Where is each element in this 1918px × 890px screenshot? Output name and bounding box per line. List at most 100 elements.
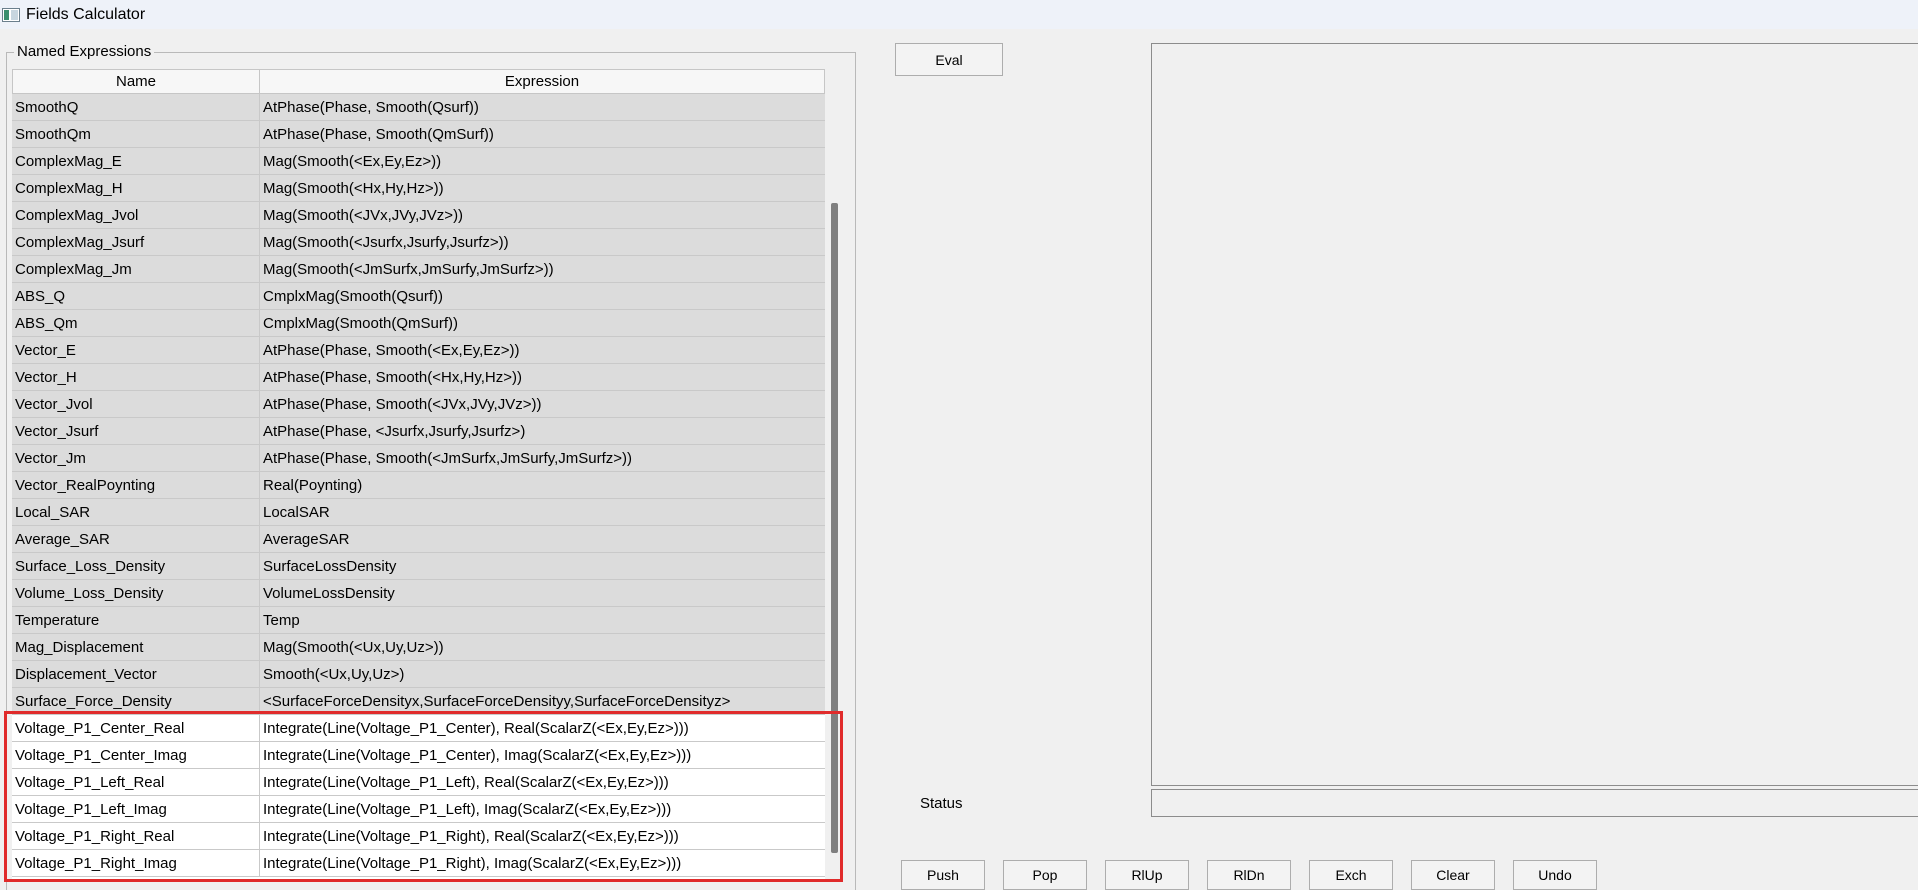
row-name-cell[interactable]: SmoothQ	[12, 94, 260, 120]
row-expression-cell[interactable]: AtPhase(Phase, Smooth(<Ex,Ey,Ez>))	[260, 337, 825, 363]
row-expression-cell[interactable]: AtPhase(Phase, Smooth(<JmSurfx,JmSurfy,J…	[260, 445, 825, 471]
row-expression-cell[interactable]: LocalSAR	[260, 499, 825, 525]
row-expression-cell[interactable]: CmplxMag(Smooth(QmSurf))	[260, 310, 825, 336]
table-row[interactable]: ComplexMag_Jm Mag(Smooth(<JmSurfx,JmSurfy…	[12, 256, 825, 283]
table-row[interactable]: ABS_Qm CmplxMag(Smooth(QmSurf))	[12, 310, 825, 337]
row-name-cell[interactable]: SmoothQm	[12, 121, 260, 147]
row-expression-cell[interactable]: Temp	[260, 607, 825, 633]
row-expression-cell[interactable]: Mag(Smooth(<Ex,Ey,Ez>))	[260, 148, 825, 174]
scrollbar-thumb[interactable]	[831, 203, 838, 853]
table-row[interactable]: SmoothQm AtPhase(Phase, Smooth(QmSurf))	[12, 121, 825, 148]
row-expression-cell[interactable]: VolumeLossDensity	[260, 580, 825, 606]
row-name-cell[interactable]: Local_SAR	[12, 499, 260, 525]
rldn-button[interactable]: RlDn	[1207, 860, 1291, 890]
row-name-cell[interactable]: ComplexMag_Jvol	[12, 202, 260, 228]
table-row[interactable]: Voltage_P1_Left_Real Integrate(Line(Volta…	[12, 769, 825, 796]
clear-button[interactable]: Clear	[1411, 860, 1495, 890]
table-row[interactable]: Displacement_Vector Smooth(<Ux,Uy,Uz>)	[12, 661, 825, 688]
row-expression-cell[interactable]: AtPhase(Phase, Smooth(<Hx,Hy,Hz>))	[260, 364, 825, 390]
table-row[interactable]: Vector_Jm AtPhase(Phase, Smooth(<JmSurfx,…	[12, 445, 825, 472]
table-row[interactable]: Volume_Loss_Density VolumeLossDensity	[12, 580, 825, 607]
row-name-cell[interactable]: ComplexMag_E	[12, 148, 260, 174]
row-expression-cell[interactable]: Integrate(Line(Voltage_P1_Right), Imag(S…	[260, 850, 825, 876]
undo-button[interactable]: Undo	[1513, 860, 1597, 890]
rlup-button[interactable]: RlUp	[1105, 860, 1189, 890]
column-header-expression[interactable]: Expression	[260, 69, 825, 93]
row-expression-cell[interactable]: Mag(Smooth(<Jsurfx,Jsurfy,Jsurfz>))	[260, 229, 825, 255]
row-expression-cell[interactable]: Integrate(Line(Voltage_P1_Right), Real(S…	[260, 823, 825, 849]
row-name-cell[interactable]: ComplexMag_Jsurf	[12, 229, 260, 255]
table-row[interactable]: Vector_Jsurf AtPhase(Phase, <Jsurfx,Jsurf…	[12, 418, 825, 445]
row-name-cell[interactable]: Voltage_P1_Right_Imag	[12, 850, 260, 876]
row-expression-cell[interactable]: <SurfaceForceDensityx,SurfaceForceDensit…	[260, 688, 825, 714]
table-row[interactable]: Voltage_P1_Right_Real Integrate(Line(Volt…	[12, 823, 825, 850]
row-expression-cell[interactable]: Mag(Smooth(<JmSurfx,JmSurfy,JmSurfz>))	[260, 256, 825, 282]
row-name-cell[interactable]: ComplexMag_Jm	[12, 256, 260, 282]
table-row[interactable]: Vector_E AtPhase(Phase, Smooth(<Ex,Ey,Ez>…	[12, 337, 825, 364]
row-expression-cell[interactable]: SurfaceLossDensity	[260, 553, 825, 579]
row-expression-cell[interactable]: Mag(Smooth(<JVx,JVy,JVz>))	[260, 202, 825, 228]
row-expression-cell[interactable]: Integrate(Line(Voltage_P1_Left), Imag(Sc…	[260, 796, 825, 822]
row-name-cell[interactable]: ComplexMag_H	[12, 175, 260, 201]
table-row[interactable]: Vector_H AtPhase(Phase, Smooth(<Hx,Hy,Hz>…	[12, 364, 825, 391]
table-row[interactable]: Mag_Displacement Mag(Smooth(<Ux,Uy,Uz>))	[12, 634, 825, 661]
row-name-cell[interactable]: Vector_H	[12, 364, 260, 390]
row-expression-cell[interactable]: Smooth(<Ux,Uy,Uz>)	[260, 661, 825, 687]
row-expression-cell[interactable]: Integrate(Line(Voltage_P1_Center), Real(…	[260, 715, 825, 741]
table-row[interactable]: Voltage_P1_Center_Real Integrate(Line(Vol…	[12, 715, 825, 742]
row-name-cell[interactable]: Voltage_P1_Center_Real	[12, 715, 260, 741]
row-expression-cell[interactable]: Integrate(Line(Voltage_P1_Left), Real(Sc…	[260, 769, 825, 795]
push-button[interactable]: Push	[901, 860, 985, 890]
row-name-cell[interactable]: Vector_RealPoynting	[12, 472, 260, 498]
row-name-cell[interactable]: Temperature	[12, 607, 260, 633]
row-name-cell[interactable]: Surface_Loss_Density	[12, 553, 260, 579]
column-header-name[interactable]: Name	[12, 69, 260, 93]
table-row[interactable]: ComplexMag_Jvol Mag(Smooth(<JVx,JVy,JVz>)…	[12, 202, 825, 229]
table-row[interactable]: ComplexMag_E Mag(Smooth(<Ex,Ey,Ez>))	[12, 148, 825, 175]
row-name-cell[interactable]: Voltage_P1_Left_Imag	[12, 796, 260, 822]
row-expression-cell[interactable]: AverageSAR	[260, 526, 825, 552]
row-expression-cell[interactable]: Integrate(Line(Voltage_P1_Center), Imag(…	[260, 742, 825, 768]
row-name-cell[interactable]: Voltage_P1_Center_Imag	[12, 742, 260, 768]
row-name-cell[interactable]: Average_SAR	[12, 526, 260, 552]
row-name-cell[interactable]: Voltage_P1_Right_Real	[12, 823, 260, 849]
table-row[interactable]: Vector_RealPoynting Real(Poynting)	[12, 472, 825, 499]
row-name-cell[interactable]: Mag_Displacement	[12, 634, 260, 660]
stack-display-area[interactable]	[1151, 43, 1918, 786]
table-scrollbar[interactable]	[828, 69, 840, 881]
table-row[interactable]: Average_SAR AverageSAR	[12, 526, 825, 553]
row-expression-cell[interactable]: Real(Poynting)	[260, 472, 825, 498]
table-row[interactable]: ComplexMag_H Mag(Smooth(<Hx,Hy,Hz>))	[12, 175, 825, 202]
table-row[interactable]: Local_SAR LocalSAR	[12, 499, 825, 526]
row-name-cell[interactable]: Vector_Jsurf	[12, 418, 260, 444]
row-name-cell[interactable]: Volume_Loss_Density	[12, 580, 260, 606]
table-row[interactable]: SmoothQ AtPhase(Phase, Smooth(Qsurf))	[12, 94, 825, 121]
row-name-cell[interactable]: ABS_Q	[12, 283, 260, 309]
table-row[interactable]: Voltage_P1_Left_Imag Integrate(Line(Volta…	[12, 796, 825, 823]
row-expression-cell[interactable]: CmplxMag(Smooth(Qsurf))	[260, 283, 825, 309]
eval-button[interactable]: Eval	[895, 43, 1003, 76]
table-row[interactable]: Surface_Loss_Density SurfaceLossDensity	[12, 553, 825, 580]
exch-button[interactable]: Exch	[1309, 860, 1393, 890]
row-name-cell[interactable]: ABS_Qm	[12, 310, 260, 336]
row-expression-cell[interactable]: AtPhase(Phase, Smooth(QmSurf))	[260, 121, 825, 147]
row-name-cell[interactable]: Vector_Jm	[12, 445, 260, 471]
table-row[interactable]: ComplexMag_Jsurf Mag(Smooth(<Jsurfx,Jsurf…	[12, 229, 825, 256]
row-expression-cell[interactable]: AtPhase(Phase, <Jsurfx,Jsurfy,Jsurfz>)	[260, 418, 825, 444]
row-name-cell[interactable]: Vector_E	[12, 337, 260, 363]
pop-button[interactable]: Pop	[1003, 860, 1087, 890]
table-row[interactable]: Temperature Temp	[12, 607, 825, 634]
row-expression-cell[interactable]: AtPhase(Phase, Smooth(<JVx,JVy,JVz>))	[260, 391, 825, 417]
table-row[interactable]: Voltage_P1_Right_Imag Integrate(Line(Volt…	[12, 850, 825, 877]
row-name-cell[interactable]: Vector_Jvol	[12, 391, 260, 417]
row-name-cell[interactable]: Surface_Force_Density	[12, 688, 260, 714]
row-expression-cell[interactable]: Mag(Smooth(<Ux,Uy,Uz>))	[260, 634, 825, 660]
row-name-cell[interactable]: Displacement_Vector	[12, 661, 260, 687]
row-expression-cell[interactable]: AtPhase(Phase, Smooth(Qsurf))	[260, 94, 825, 120]
table-row[interactable]: ABS_Q CmplxMag(Smooth(Qsurf))	[12, 283, 825, 310]
row-name-cell[interactable]: Voltage_P1_Left_Real	[12, 769, 260, 795]
table-row[interactable]: Surface_Force_Density <SurfaceForceDensit…	[12, 688, 825, 715]
table-row[interactable]: Vector_Jvol AtPhase(Phase, Smooth(<JVx,JV…	[12, 391, 825, 418]
row-expression-cell[interactable]: Mag(Smooth(<Hx,Hy,Hz>))	[260, 175, 825, 201]
table-row[interactable]: Voltage_P1_Center_Imag Integrate(Line(Vol…	[12, 742, 825, 769]
